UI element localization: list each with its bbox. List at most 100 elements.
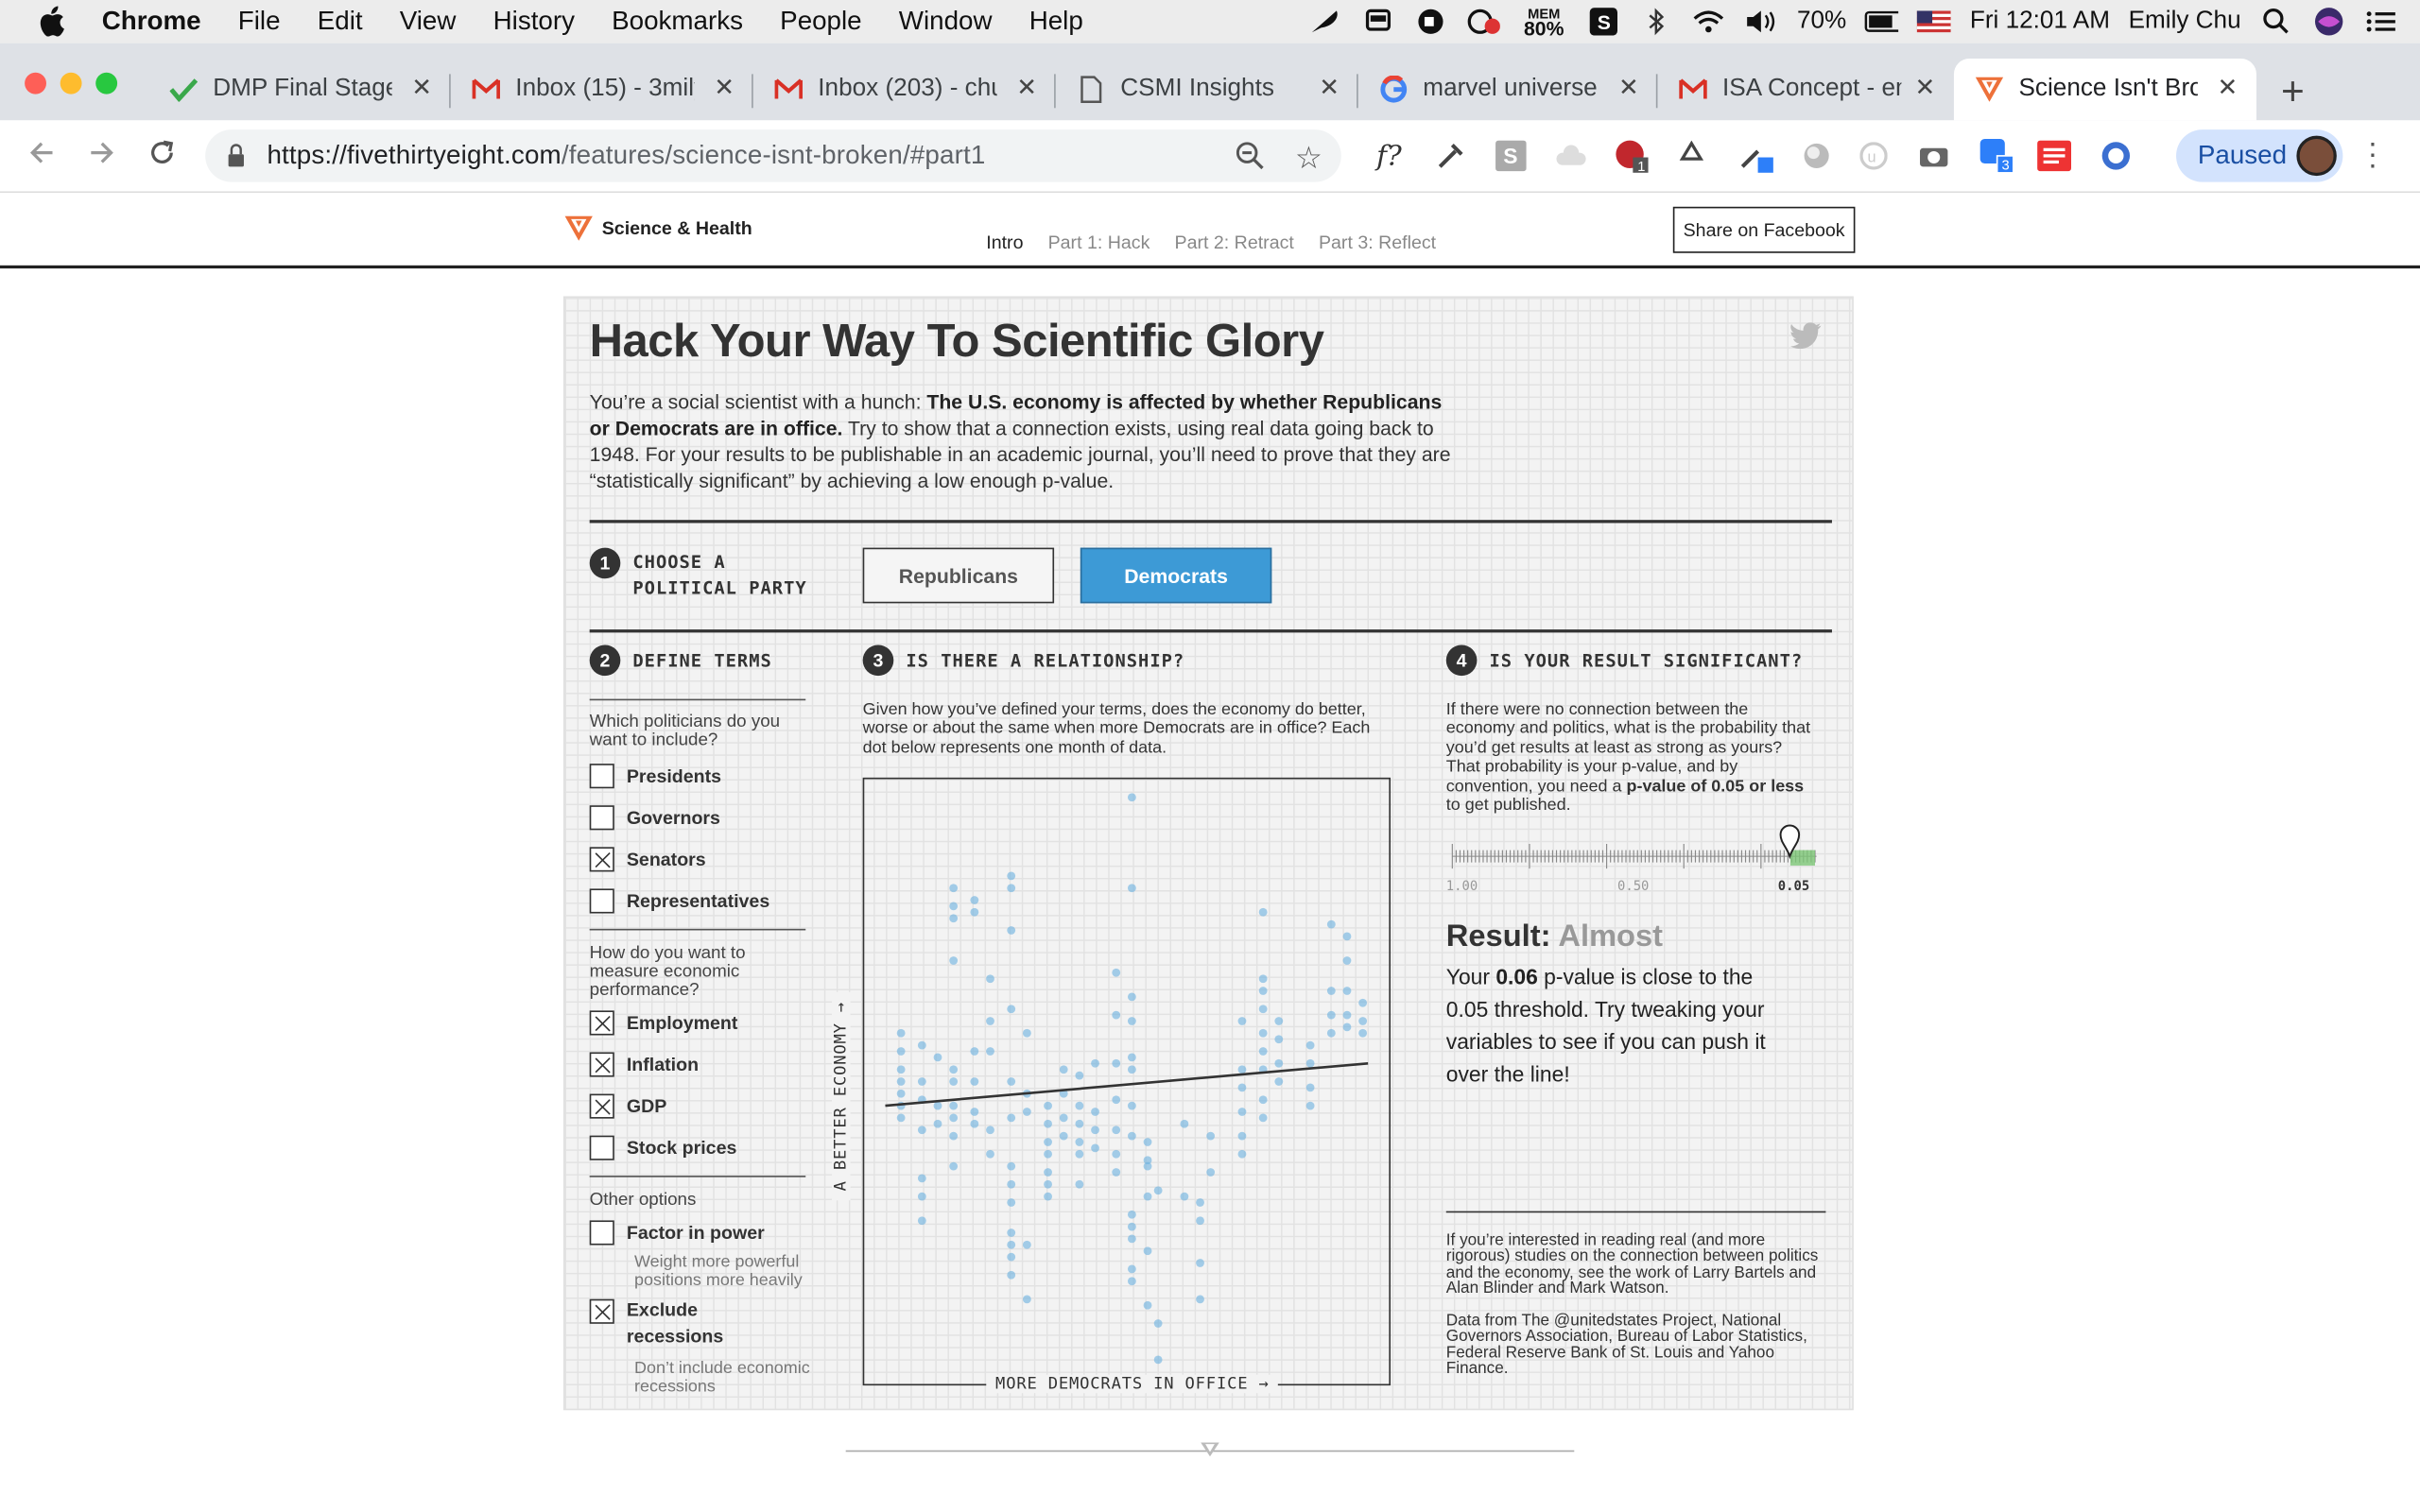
checkbox-senators[interactable]: Senators (589, 847, 706, 872)
checkbox-governors[interactable]: Governors (589, 805, 720, 831)
spotlight-search-icon[interactable] (2259, 8, 2293, 35)
menu-view[interactable]: View (400, 7, 457, 38)
checkbox-box-checked[interactable] (589, 1010, 614, 1036)
minimize-window-button[interactable] (60, 72, 82, 94)
checkbox-presidents[interactable]: Presidents (589, 764, 721, 789)
memory-meter[interactable]: MEM 80% (1519, 7, 1568, 38)
profile-paused-button[interactable]: Paused (2176, 129, 2343, 182)
tab-inbox-chu[interactable]: Inbox (203) - chu ✕ (753, 59, 1056, 120)
zoom-icon[interactable] (1236, 142, 1264, 178)
checkbox-box[interactable] (589, 888, 614, 914)
data-point (1007, 1161, 1016, 1171)
menu-window[interactable]: Window (899, 7, 993, 38)
checkbox-box[interactable] (589, 1220, 614, 1246)
recycle-extension-icon[interactable] (1674, 139, 1708, 173)
url-text[interactable]: https://fivethirtyeight.com/features/sci… (267, 141, 985, 172)
menu-people[interactable]: People (780, 7, 861, 38)
close-tab-icon[interactable]: ✕ (411, 73, 432, 104)
close-tab-icon[interactable]: ✕ (2217, 73, 2238, 104)
nav-part-2-retract[interactable]: Part 2: Retract (1175, 232, 1294, 253)
user-name[interactable]: Emily Chu (2129, 8, 2241, 35)
siri-icon[interactable] (2312, 8, 2346, 36)
picker-extension-icon[interactable] (1739, 139, 1773, 173)
menu-bookmarks[interactable]: Bookmarks (612, 7, 743, 38)
checkbox-factor-in-power[interactable]: Factor in power (589, 1220, 765, 1246)
notification-center-icon[interactable] (2364, 8, 2398, 35)
zoom-window-button[interactable] (95, 72, 118, 94)
section-logo[interactable]: Science & Health (564, 215, 752, 241)
menu-file[interactable]: File (238, 7, 281, 38)
checkbox-box[interactable] (589, 764, 614, 789)
data-point (1258, 1028, 1268, 1038)
checkbox-box-checked[interactable] (589, 1052, 614, 1077)
ublock-extension-icon[interactable]: 1 (1615, 139, 1649, 173)
nav-part-3-reflect[interactable]: Part 3: Reflect (1319, 232, 1436, 253)
tab-isa-concept[interactable]: ISA Concept - en ✕ (1657, 59, 1953, 120)
close-tab-icon[interactable]: ✕ (1016, 73, 1037, 104)
eyedropper-extension-icon[interactable] (1434, 139, 1468, 173)
menu-app-name[interactable]: Chrome (102, 7, 201, 38)
forward-icon[interactable] (88, 139, 115, 176)
skype-extension-icon[interactable]: 3 (1979, 138, 2013, 174)
menu-help[interactable]: Help (1029, 7, 1083, 38)
checkbox-box-checked[interactable] (589, 1298, 614, 1324)
republicans-button[interactable]: Republicans (862, 547, 1055, 604)
nav-part-1-hack[interactable]: Part 1: Hack (1048, 232, 1150, 253)
menu-edit[interactable]: Edit (318, 7, 363, 38)
lock-icon[interactable] (227, 144, 246, 176)
tab-inbox-3mily[interactable]: Inbox (15) - 3mily ✕ (451, 59, 753, 120)
blue-circle-extension-icon[interactable] (2099, 139, 2133, 173)
red-news-extension-icon[interactable] (2037, 139, 2072, 173)
checkbox-representatives[interactable]: Representatives (589, 888, 769, 914)
camera-record-icon[interactable] (1414, 8, 1448, 35)
volume-icon[interactable] (1744, 8, 1778, 35)
cloud-extension-icon[interactable] (1554, 139, 1588, 173)
close-tab-icon[interactable]: ✕ (1319, 73, 1340, 104)
close-tab-icon[interactable]: ✕ (714, 73, 735, 104)
scroll-down-icon[interactable] (1201, 1442, 1219, 1458)
address-bar[interactable]: https://fivethirtyeight.com/features/sci… (205, 129, 1341, 182)
tab-dmp-final-stage[interactable]: DMP Final Stage ✕ (148, 59, 451, 120)
close-tab-icon[interactable]: ✕ (1618, 73, 1639, 104)
globe-extension-icon[interactable] (1800, 139, 1834, 173)
close-window-button[interactable] (25, 72, 46, 94)
democrats-button[interactable]: Democrats (1080, 547, 1272, 604)
checkbox-box-checked[interactable] (589, 847, 614, 872)
s-extension-icon[interactable]: S (1494, 139, 1528, 173)
battery-icon[interactable] (1865, 8, 1899, 35)
checkbox-box[interactable] (589, 1135, 614, 1160)
checkbox-employment[interactable]: Employment (589, 1010, 737, 1036)
back-icon[interactable] (27, 139, 55, 176)
checkbox-exclude-recessions[interactable]: Exclude recessions (589, 1298, 723, 1350)
bus-icon[interactable] (1362, 8, 1396, 35)
bluetooth-icon[interactable] (1639, 8, 1673, 36)
twitter-icon[interactable] (1789, 322, 1822, 356)
checkbox-box-checked[interactable] (589, 1093, 614, 1119)
clock[interactable]: Fri 12:01 AM (1970, 8, 2110, 35)
us-flag-icon[interactable] (1917, 8, 1952, 35)
bookmark-star-icon[interactable]: ☆ (1295, 139, 1322, 178)
apple-icon[interactable] (37, 6, 71, 38)
u-extension-icon[interactable]: u (1857, 139, 1891, 173)
checkbox-box[interactable] (589, 805, 614, 831)
feather-icon[interactable] (1309, 8, 1343, 35)
wifi-icon[interactable] (1692, 8, 1726, 35)
menu-history[interactable]: History (493, 7, 575, 38)
share-facebook-button[interactable]: Share on Facebook (1672, 206, 1856, 253)
close-tab-icon[interactable]: ✕ (1914, 73, 1935, 104)
reload-icon[interactable] (148, 139, 176, 176)
new-tab-button[interactable]: + (2281, 68, 2305, 116)
checkbox-inflation[interactable]: Inflation (589, 1052, 699, 1077)
data-point (896, 1113, 906, 1123)
tab-marvel-universe[interactable]: marvel universe ✕ (1358, 59, 1658, 120)
formula-extension-icon[interactable]: f? (1372, 139, 1406, 173)
tab-science-isnt-broken[interactable]: Science Isn't Bro ✕ (1953, 59, 2256, 121)
status-badge-icon[interactable] (1467, 8, 1501, 35)
nav-intro[interactable]: Intro (986, 232, 1023, 253)
checkbox-gdp[interactable]: GDP (589, 1093, 666, 1119)
camera-extension-icon[interactable] (1917, 139, 1951, 173)
s-app-icon[interactable]: S (1587, 8, 1621, 36)
tab-csmi-insights[interactable]: CSMI Insights ✕ (1056, 59, 1358, 120)
checkbox-stock-prices[interactable]: Stock prices (589, 1135, 736, 1160)
chrome-menu-icon[interactable]: · · · (2367, 129, 2377, 181)
